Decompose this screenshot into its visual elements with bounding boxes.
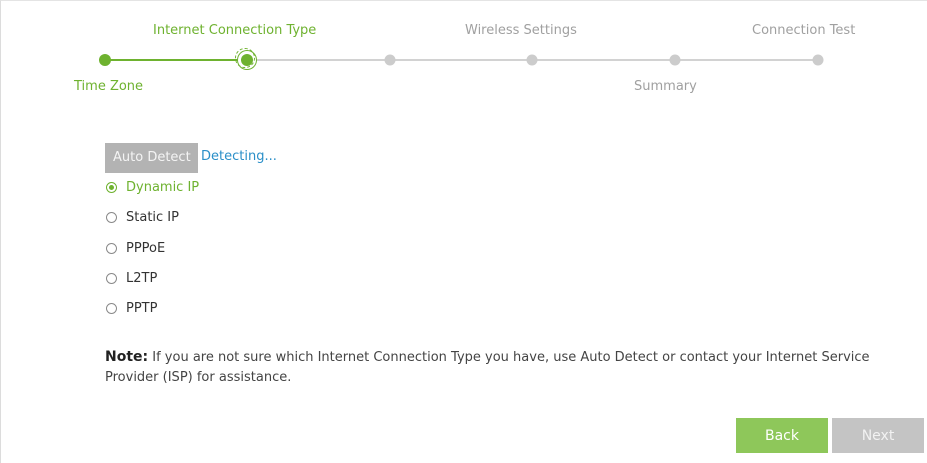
step-node-connection-test [812,54,824,66]
step-node-time-zone [99,54,111,66]
radio-label-l2tp: L2TP [126,270,158,286]
radio-option-l2tp[interactable]: L2TP [106,269,157,287]
wizard-panel: Time Zone Internet Connection Type Wirel… [0,0,927,463]
radio-button-icon[interactable] [106,242,117,254]
detecting-status: Detecting... [201,149,277,164]
radio-option-pptp[interactable]: PPTP [106,299,157,317]
back-button[interactable]: Back [736,418,828,453]
radio-label-dynamic-ip: Dynamic IP [126,179,200,195]
radio-label-pptp: PPTP [126,300,158,316]
radio-button-icon[interactable] [106,211,117,223]
note-text: If you are not sure which Internet Conne… [105,350,870,385]
radio-option-static-ip[interactable]: Static IP [106,208,179,226]
step-label-internet-connection-type: Internet Connection Type [153,23,317,38]
radio-label-static-ip: Static IP [126,209,179,225]
step-node-summary [669,54,681,66]
step-label-wireless-settings: Wireless Settings [465,23,577,38]
note-label: Note: [105,349,149,365]
auto-detect-button[interactable]: Auto Detect [105,143,198,173]
step-node-internet-connection-type [235,48,255,68]
radio-label-pppoe: PPPoE [126,240,166,256]
step-node-3 [384,54,396,66]
step-label-connection-test: Connection Test [752,23,856,38]
radio-option-dynamic-ip[interactable]: Dynamic IP [106,178,199,196]
radio-button-icon[interactable] [106,272,117,284]
help-note: Note: If you are not sure which Internet… [105,347,885,388]
step-node-wireless-settings [526,54,538,66]
radio-option-pppoe[interactable]: PPPoE [106,239,165,257]
step-label-summary: Summary [634,79,697,94]
radio-button-checked-icon[interactable] [106,181,117,193]
step-label-time-zone: Time Zone [74,79,144,94]
next-button[interactable]: Next [832,418,924,453]
radio-button-icon[interactable] [106,302,117,314]
progress-track-completed [105,59,247,61]
